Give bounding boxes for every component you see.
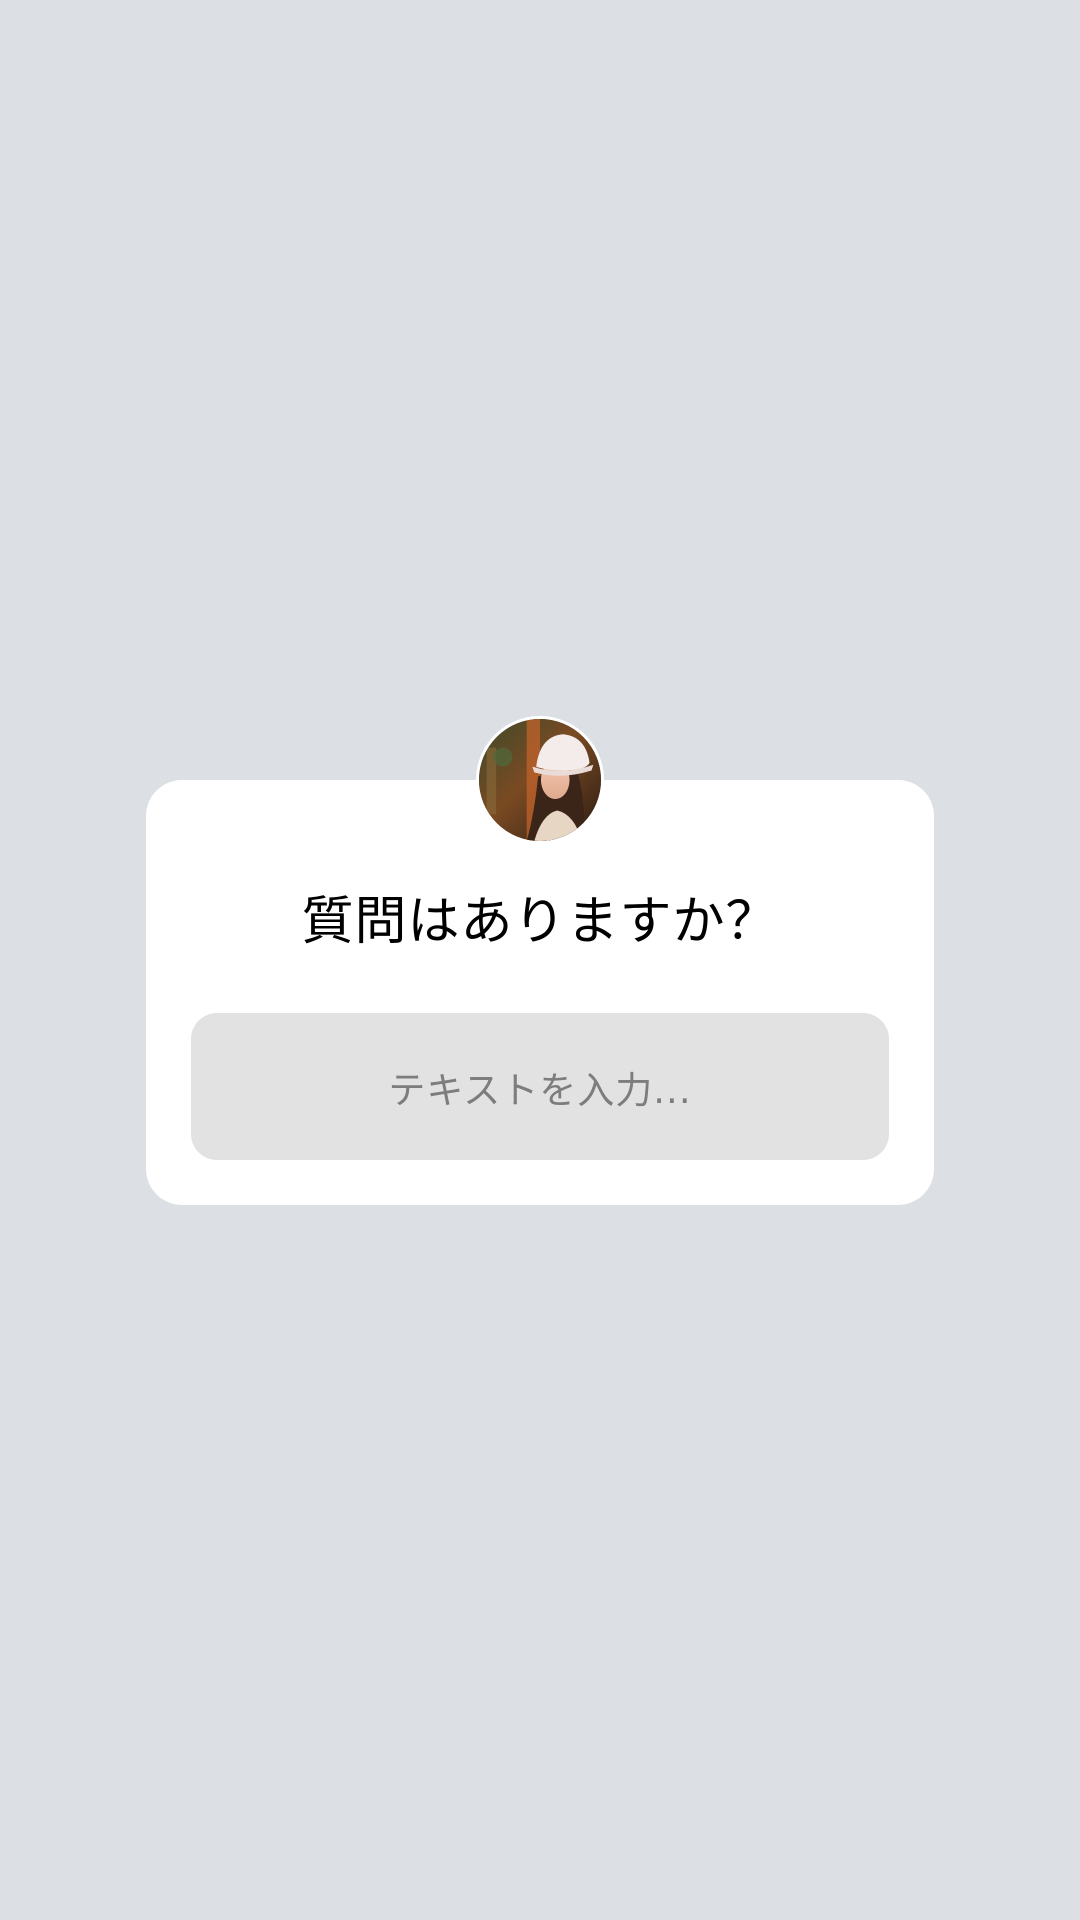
story-editor-screen: 質問はありますか？ テキストを入力...	[0, 0, 1080, 1920]
question-title: 質問はありますか？	[301, 892, 779, 952]
answer-input-placeholder: テキストを入力...	[388, 1068, 692, 1112]
profile-photo-icon	[479, 719, 601, 841]
avatar	[476, 716, 604, 844]
answer-input[interactable]: テキストを入力...	[191, 1013, 889, 1160]
